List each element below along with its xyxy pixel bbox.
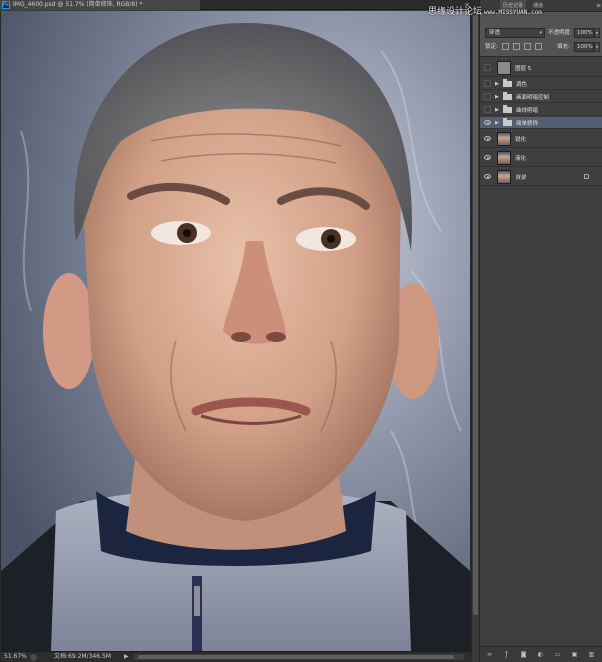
layer-name: 画面明暗控制: [516, 94, 550, 101]
layer-name: 图层 5: [515, 65, 532, 72]
lock-all-icon[interactable]: [535, 43, 542, 50]
background-layer-row[interactable]: 背景: [480, 168, 602, 186]
watermark: 思缘设计论坛 www.MISSYUAN.com: [428, 4, 542, 17]
opacity-label: 不透明度:: [548, 30, 572, 36]
layer-name: 液化: [515, 155, 527, 162]
blend-mode-select[interactable]: 穿透 ▾: [485, 28, 545, 38]
panel-menu-icon[interactable]: ≡: [596, 0, 601, 12]
opacity-field[interactable]: 100%: [574, 28, 594, 38]
layer-name: 锐化: [515, 136, 527, 143]
document-tab[interactable]: Ps IMG_4600.psd @ 51.7% (简单修饰, RGB/8) *: [0, 0, 200, 10]
opacity-dropdown-icon[interactable]: ▾: [594, 28, 600, 38]
zoom-level[interactable]: 51.67%: [4, 652, 27, 662]
folder-icon: [503, 91, 512, 100]
fx-icon[interactable]: ƒ: [503, 651, 510, 658]
layer-thumbnail: [497, 169, 511, 184]
eye-icon[interactable]: [484, 120, 491, 125]
fill-field[interactable]: 100%: [574, 42, 594, 52]
layer-group-row[interactable]: ▶ 调色: [480, 78, 602, 90]
link-icon[interactable]: ∞: [486, 651, 493, 658]
vertical-scrollbar[interactable]: [471, 11, 478, 651]
document-size-info: 文档:69.2M/346.5M: [54, 653, 111, 660]
status-circle-icon[interactable]: [30, 654, 37, 661]
layer-name: 简单修饰: [516, 120, 539, 127]
canvas-area[interactable]: [0, 11, 472, 651]
horizontal-scrollbar[interactable]: [134, 654, 464, 660]
layer-group-row[interactable]: ▶ 画面明暗控制: [480, 91, 602, 103]
visibility-toggle[interactable]: [484, 80, 491, 87]
document-tab-bar: Ps IMG_4600.psd @ 51.7% (简单修饰, RGB/8) * …: [0, 0, 472, 10]
expand-arrow-icon[interactable]: ▶: [495, 81, 501, 87]
trash-icon[interactable]: ▥: [588, 651, 595, 658]
layer-thumbnail: [497, 131, 511, 146]
photoshop-logo-icon: Ps: [2, 1, 10, 9]
layer-row[interactable]: 图层 5: [480, 59, 602, 77]
folder-icon: [503, 78, 512, 87]
layer-row[interactable]: 锐化: [480, 130, 602, 148]
mask-icon[interactable]: ◙: [520, 651, 527, 658]
layers-panel-footer: ∞ ƒ ◙ ◐ ▭ ▣ ▥: [480, 646, 602, 662]
chevron-down-icon: ▾: [539, 30, 542, 36]
lock-image-pixels-icon[interactable]: [513, 43, 520, 50]
watermark-text: 思缘设计论坛: [428, 7, 483, 17]
lock-transparent-pixels-icon[interactable]: [502, 43, 509, 50]
expand-arrow-icon[interactable]: ▶: [495, 107, 501, 113]
eye-icon[interactable]: [484, 174, 491, 179]
lock-label: 锁定:: [485, 44, 498, 50]
status-bar: 51.67% 文档:69.2M/346.5M ▶: [0, 651, 472, 662]
folder-icon: [503, 117, 512, 126]
adjustment-icon[interactable]: ◐: [537, 651, 544, 658]
lock-icon: [584, 174, 589, 179]
layer-list: 图层 5 ▶ 调色 ▶ 画面明暗控制 ▶ 曲线明暗 ▶ 简单修饰 锐化 液化 背…: [480, 56, 602, 646]
folder-icon[interactable]: ▭: [554, 651, 561, 658]
folder-icon: [503, 104, 512, 113]
eye-icon[interactable]: [484, 136, 491, 141]
visibility-toggle[interactable]: [484, 64, 491, 71]
document-title: IMG_4600.psd @ 51.7% (简单修饰, RGB/8) *: [13, 1, 143, 8]
layers-panel: 历史记录 通道 ≡ 穿透 ▾ 不透明度: 100% ▾ 锁定: 填充: 100%…: [479, 0, 602, 662]
layer-thumbnail: [497, 150, 511, 165]
layer-name: 曲线明暗: [516, 107, 539, 114]
visibility-toggle[interactable]: [484, 93, 491, 100]
fill-label: 填充:: [557, 44, 570, 50]
horizontal-scroll-thumb[interactable]: [138, 655, 454, 659]
layer-thumbnail: [497, 60, 511, 75]
lock-position-icon[interactable]: [524, 43, 531, 50]
new-layer-icon[interactable]: ▣: [571, 651, 578, 658]
blend-mode-value: 穿透: [489, 30, 501, 36]
layer-group-row[interactable]: ▶ 曲线明暗: [480, 104, 602, 116]
watermark-url: www.MISSYUAN.com: [484, 9, 542, 16]
photoshop-window: Ps IMG_4600.psd @ 51.7% (简单修饰, RGB/8) * …: [0, 0, 602, 662]
eye-icon[interactable]: [484, 155, 491, 160]
layer-row[interactable]: 液化: [480, 149, 602, 167]
expand-arrow-icon[interactable]: ▶: [495, 120, 501, 126]
fill-dropdown-icon[interactable]: ▾: [594, 42, 600, 52]
layer-name: 调色: [516, 81, 528, 88]
expand-arrow-icon[interactable]: ▶: [495, 94, 501, 100]
layer-group-row-selected[interactable]: ▶ 简单修饰: [480, 117, 602, 129]
vertical-scroll-thumb[interactable]: [473, 15, 478, 615]
portrait-photo: [1, 11, 470, 651]
layer-name: 背景: [515, 174, 527, 181]
visibility-toggle[interactable]: [484, 106, 491, 113]
status-menu-arrow-icon[interactable]: ▶: [124, 652, 129, 662]
